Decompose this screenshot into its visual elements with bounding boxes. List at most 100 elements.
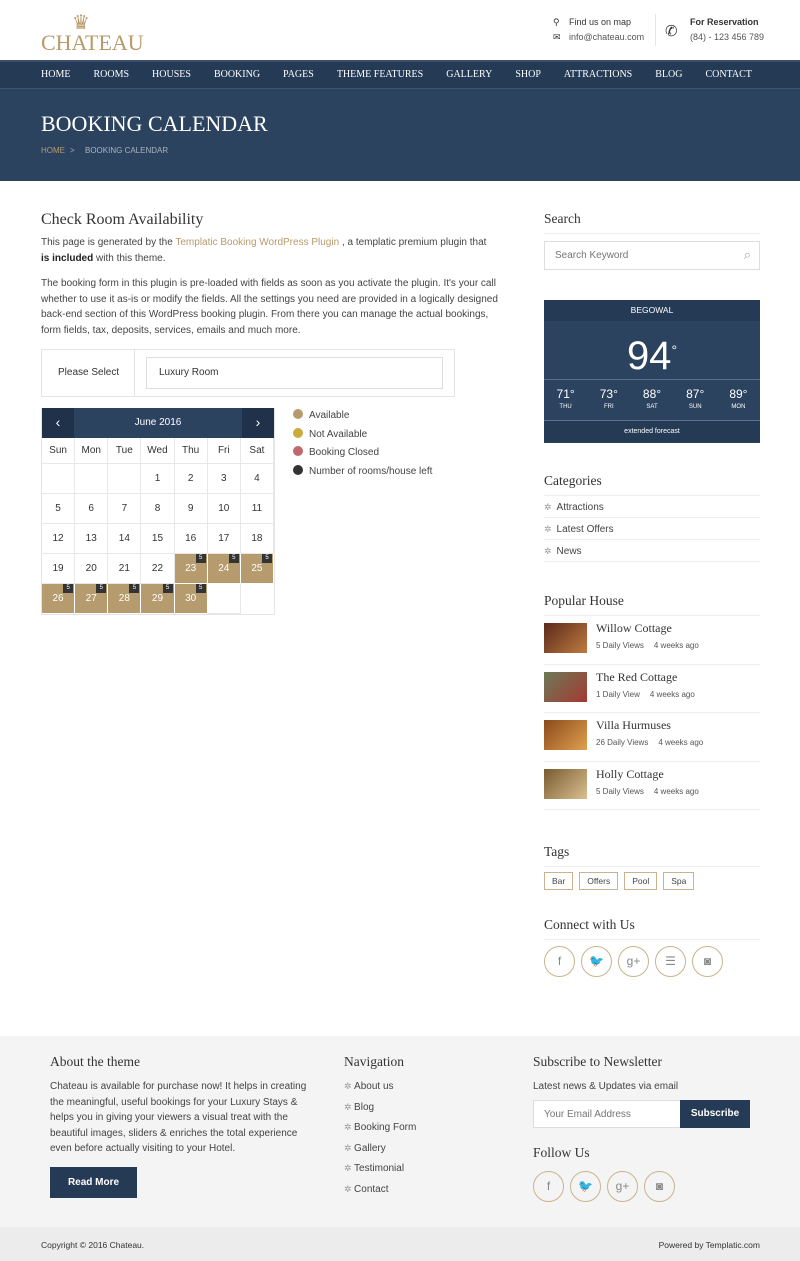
calendar-day[interactable]: 26 5 <box>42 584 76 614</box>
prev-month-button[interactable]: ‹ <box>42 408 74 438</box>
nav-item-houses[interactable]: HOUSES <box>152 62 191 88</box>
popular-house-item[interactable]: Villa Hurmuses 26 Daily Views 4 weeks ago <box>544 713 760 762</box>
calendar-day[interactable]: 20 <box>75 554 109 584</box>
search-input[interactable] <box>545 242 725 269</box>
nav-item-theme-features[interactable]: THEME FEATURES <box>337 62 423 88</box>
calendar-day[interactable]: 10 <box>207 494 241 524</box>
nav-item-pages[interactable]: PAGES <box>283 62 314 88</box>
popular-house-item[interactable]: Willow Cottage 5 Daily Views 4 weeks ago <box>544 616 760 665</box>
instagram-icon[interactable]: ◙ <box>692 946 723 977</box>
calendar-day[interactable]: 9 <box>174 494 208 524</box>
room-select[interactable]: Luxury Room <box>146 357 443 389</box>
plugin-link[interactable]: Templatic Booking WordPress Plugin <box>175 237 339 248</box>
footer-nav-label[interactable]: Contact <box>354 1184 388 1195</box>
facebook-icon[interactable]: f <box>533 1171 564 1202</box>
footer-nav-item[interactable]: ✲ Blog <box>344 1102 374 1113</box>
house-title[interactable]: Willow Cottage <box>596 621 672 636</box>
calendar-day[interactable]: 17 <box>207 524 241 554</box>
calendar-day[interactable]: 3 <box>207 464 241 494</box>
nav-item-gallery[interactable]: GALLERY <box>446 62 492 88</box>
calendar-day[interactable]: 1 <box>141 464 175 494</box>
email-link[interactable]: info@chateau.com <box>569 32 644 42</box>
calendar-day[interactable]: 11 <box>240 494 274 524</box>
footer-nav-item[interactable]: ✲ About us <box>344 1081 394 1092</box>
nav-item-shop[interactable]: SHOP <box>515 62 541 88</box>
calendar-day[interactable]: 13 <box>75 524 109 554</box>
category-item[interactable]: ✲ News <box>544 540 760 562</box>
house-title[interactable]: Holly Cottage <box>596 767 664 782</box>
calendar-day[interactable]: 30 5 <box>174 584 208 614</box>
calendar-day[interactable]: 7 <box>108 494 142 524</box>
category-label[interactable]: News <box>557 546 582 557</box>
extended-forecast-link[interactable]: extended forecast <box>544 421 760 442</box>
house-thumbnail[interactable] <box>544 768 587 799</box>
footer-nav-item[interactable]: ✲ Booking Form <box>344 1122 416 1133</box>
facebook-icon[interactable]: f <box>544 946 575 977</box>
nav-item-contact[interactable]: CONTACT <box>705 62 751 88</box>
calendar-day[interactable]: 29 5 <box>141 584 175 614</box>
calendar-day[interactable]: 6 <box>75 494 109 524</box>
forecast-temp: 88° <box>642 387 662 401</box>
calendar-day[interactable]: 18 <box>240 524 274 554</box>
house-thumbnail[interactable] <box>544 720 587 750</box>
breadcrumb-home[interactable]: HOME <box>41 146 65 155</box>
footer-nav-label[interactable]: About us <box>354 1081 393 1092</box>
footer-nav-label[interactable]: Blog <box>354 1102 374 1113</box>
logo[interactable]: CHATEAU <box>41 30 144 56</box>
calendar-day[interactable]: 23 5 <box>174 554 208 584</box>
calendar-day[interactable]: 8 <box>141 494 175 524</box>
house-title[interactable]: Villa Hurmuses <box>596 718 671 733</box>
footer-nav-label[interactable]: Booking Form <box>354 1122 416 1133</box>
powered-by-link[interactable]: Powered by Templatic.com <box>659 1240 760 1250</box>
rss-icon[interactable]: ☰ <box>655 946 686 977</box>
instagram-icon[interactable]: ◙ <box>644 1171 675 1202</box>
calendar-day[interactable]: 4 <box>240 464 274 494</box>
category-label[interactable]: Attractions <box>557 502 604 513</box>
footer-nav-label[interactable]: Testimonial <box>354 1163 404 1174</box>
calendar-day[interactable]: 5 <box>42 494 76 524</box>
twitter-icon[interactable]: 🐦 <box>581 946 612 977</box>
google-plus-icon[interactable]: g+ <box>618 946 649 977</box>
nav-item-attractions[interactable]: ATTRACTIONS <box>564 62 632 88</box>
tag-spa[interactable]: Spa <box>663 872 695 890</box>
calendar-day[interactable]: 16 <box>174 524 208 554</box>
popular-house-item[interactable]: The Red Cottage 1 Daily View 4 weeks ago <box>544 665 760 713</box>
calendar-day[interactable]: 28 5 <box>108 584 142 614</box>
calendar-day[interactable]: 22 <box>141 554 175 584</box>
calendar-day[interactable]: 2 <box>174 464 208 494</box>
category-item[interactable]: ✲ Attractions <box>544 496 760 518</box>
calendar-day[interactable]: 24 5 <box>207 554 241 584</box>
newsletter-email-input[interactable] <box>533 1100 681 1128</box>
nav-item-blog[interactable]: BLOG <box>655 62 682 88</box>
house-thumbnail[interactable] <box>544 671 587 702</box>
nav-item-rooms[interactable]: ROOMS <box>93 62 129 88</box>
footer-nav-item[interactable]: ✲ Gallery <box>344 1143 386 1154</box>
calendar-day[interactable]: 25 5 <box>240 554 274 584</box>
house-thumbnail[interactable] <box>544 623 587 653</box>
next-month-button[interactable]: › <box>242 408 274 438</box>
search-icon[interactable]: ⌕ <box>744 247 751 263</box>
subscribe-button[interactable]: Subscribe <box>680 1100 750 1128</box>
popular-house-item[interactable]: Holly Cottage 5 Daily Views 4 weeks ago <box>544 762 760 810</box>
read-more-button[interactable]: Read More <box>50 1167 137 1198</box>
calendar-day[interactable]: 27 5 <box>75 584 109 614</box>
category-label[interactable]: Latest Offers <box>557 524 614 535</box>
tag-bar[interactable]: Bar <box>544 872 574 890</box>
footer-nav-item[interactable]: ✲ Contact <box>344 1184 389 1195</box>
footer-nav-item[interactable]: ✲ Testimonial <box>344 1163 404 1174</box>
nav-item-home[interactable]: HOME <box>41 62 70 88</box>
find-map-link[interactable]: Find us on map <box>569 17 631 27</box>
google-plus-icon[interactable]: g+ <box>607 1171 638 1202</box>
calendar-day[interactable]: 15 <box>141 524 175 554</box>
calendar-day[interactable]: 14 <box>108 524 142 554</box>
calendar-day[interactable]: 19 <box>42 554 76 584</box>
category-item[interactable]: ✲ Latest Offers <box>544 518 760 540</box>
tag-offers[interactable]: Offers <box>579 872 619 890</box>
nav-item-booking[interactable]: BOOKING <box>214 62 260 88</box>
calendar-day[interactable]: 12 <box>42 524 76 554</box>
house-title[interactable]: The Red Cottage <box>596 670 677 685</box>
calendar-day[interactable]: 21 <box>108 554 142 584</box>
tag-pool[interactable]: Pool <box>624 872 658 890</box>
footer-nav-label[interactable]: Gallery <box>354 1143 386 1154</box>
twitter-icon[interactable]: 🐦 <box>570 1171 601 1202</box>
